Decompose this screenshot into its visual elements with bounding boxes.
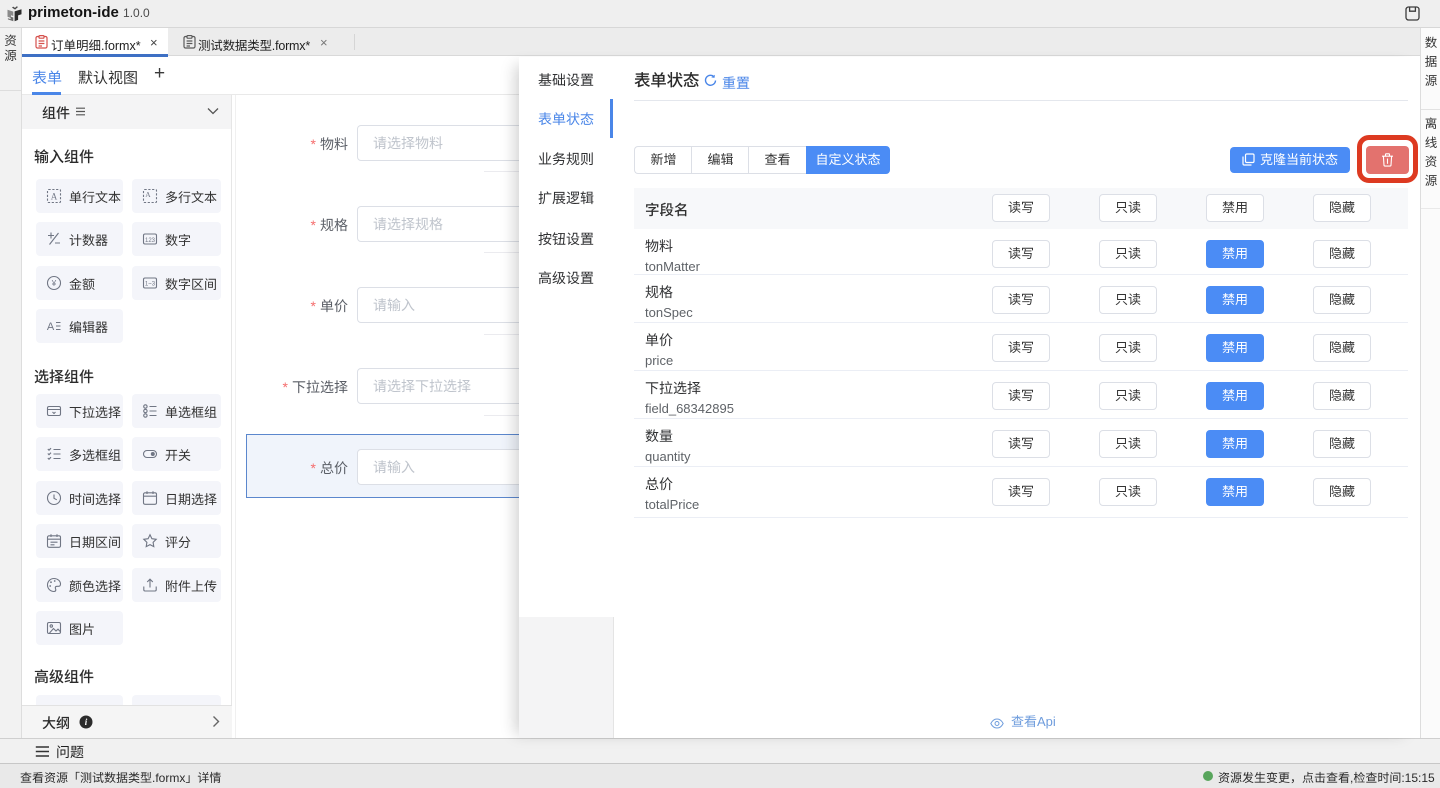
- svg-text:A: A: [51, 192, 58, 202]
- svg-text:¥: ¥: [51, 279, 57, 288]
- svg-text:A: A: [47, 321, 55, 333]
- svg-text:A: A: [145, 190, 151, 199]
- svg-text:1~3: 1~3: [145, 282, 156, 288]
- svg-text:123: 123: [145, 238, 156, 244]
